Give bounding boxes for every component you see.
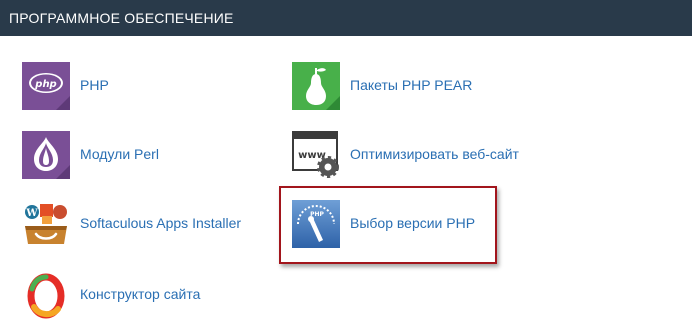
- php-icon: php: [22, 62, 70, 110]
- section-header: ПРОГРАММНОЕ ОБЕСПЕЧЕНИЕ: [0, 0, 692, 36]
- perl-modules-link[interactable]: Модули Perl: [22, 131, 172, 181]
- softaculous-icon: W: [25, 204, 67, 244]
- perl-onion-icon: [22, 131, 70, 179]
- site-builder-link[interactable]: Конструктор сайта: [22, 271, 212, 321]
- site-builder-icon: [27, 273, 65, 319]
- pear-icon: [292, 62, 340, 110]
- site-builder-label: Конструктор сайта: [80, 286, 201, 302]
- section-title: ПРОГРАММНОЕ ОБЕСПЕЧЕНИЕ: [9, 10, 234, 26]
- perl-modules-label: Модули Perl: [80, 146, 159, 162]
- optimize-website-link[interactable]: www Оптимизировать веб-сайт: [292, 131, 532, 181]
- svg-text:www: www: [298, 150, 326, 161]
- php-label: PHP: [80, 77, 109, 93]
- php-link[interactable]: php PHP: [22, 62, 122, 112]
- php-pear-label: Пакеты PHP PEAR: [350, 77, 473, 93]
- svg-text:php: php: [34, 79, 56, 90]
- php-pear-link[interactable]: Пакеты PHP PEAR: [292, 62, 482, 112]
- highlight-frame: [279, 186, 497, 264]
- softaculous-link[interactable]: W Softaculous Apps Installer: [22, 200, 262, 250]
- svg-text:W: W: [25, 208, 38, 219]
- softaculous-label: Softaculous Apps Installer: [80, 215, 242, 231]
- www-gear-icon: www: [292, 131, 339, 178]
- optimize-website-label: Оптимизировать веб-сайт: [350, 146, 519, 162]
